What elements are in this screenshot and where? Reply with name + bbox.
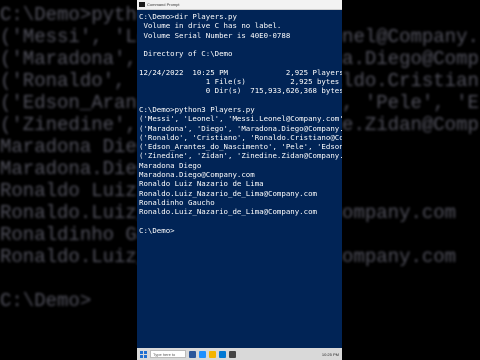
console-line: C:\Demo> bbox=[139, 225, 175, 235]
console-line: 0 Dir(s) 715,933,626,368 bytes free bbox=[205, 86, 342, 96]
cmd-taskbar-icon[interactable] bbox=[229, 350, 236, 358]
taskbar-clock[interactable]: 10:25 PM bbox=[322, 352, 342, 357]
console-line: Ronaldo.Luiz_Nazario_de_Lima@Company.com bbox=[139, 207, 317, 217]
console-line: ('Zinedine', 'Zidan', 'Zinedine.Zidan@Co… bbox=[139, 151, 342, 161]
console-line: ('Ronaldo', 'Cristiano', 'Ronaldo.Cristi… bbox=[139, 132, 342, 142]
console-line: Maradona.Diego@Company.com bbox=[139, 170, 255, 180]
console-line: ('Messi', 'Leonel', 'Messi.Leonel@Compan… bbox=[139, 114, 342, 124]
taskbar: Type here to search 10:25 PM bbox=[137, 348, 342, 360]
console-output[interactable]: C:\Demo>dir Players.py Volume in drive C… bbox=[139, 12, 342, 342]
console-line: Maradona Diego bbox=[139, 160, 202, 170]
window-title: Command Prompt bbox=[147, 2, 180, 7]
background-line: Maradona Diego bbox=[0, 136, 160, 158]
console-line: 12/24/2022 10:25 PM 2,925 Players.py bbox=[139, 67, 342, 77]
file-explorer-icon[interactable] bbox=[209, 350, 216, 358]
console-line: C:\Demo>python3 Players.py bbox=[139, 104, 255, 114]
background-line: C:\Demo> bbox=[0, 290, 92, 312]
console-line: Ronaldo Luiz Nazario de Lima bbox=[139, 179, 264, 189]
command-prompt-window[interactable]: Command Prompt C:\Demo>dir Players.py Vo… bbox=[137, 0, 342, 360]
console-line: Ronaldinho Gaucho bbox=[139, 197, 215, 207]
task-view-icon[interactable] bbox=[189, 350, 196, 358]
console-line: Volume in drive C has no label. bbox=[139, 21, 282, 31]
console-line: ('Maradona', 'Diego', 'Maradona.Diego@Co… bbox=[139, 123, 342, 133]
console-line: 1 File(s) 2,925 bytes bbox=[139, 77, 340, 87]
console-line: Volume Serial Number is 40E0-0788 bbox=[139, 30, 291, 40]
console-line: ('Edson_Arantes_do_Nascimento', 'Pele', … bbox=[139, 142, 342, 152]
edge-browser-icon[interactable] bbox=[199, 350, 206, 358]
cmd-icon bbox=[139, 2, 145, 7]
store-icon[interactable] bbox=[219, 350, 226, 358]
console-line: C:\Demo>dir Players.py bbox=[139, 12, 237, 21]
taskbar-search-input[interactable]: Type here to search bbox=[150, 350, 186, 358]
windows-start-icon[interactable] bbox=[140, 350, 147, 358]
console-line: Ronaldo.Luiz_Nazario_de_Lima@Company.com bbox=[139, 188, 317, 198]
title-bar[interactable]: Command Prompt bbox=[137, 0, 342, 10]
console-line: Directory of C:\Demo bbox=[139, 49, 233, 59]
